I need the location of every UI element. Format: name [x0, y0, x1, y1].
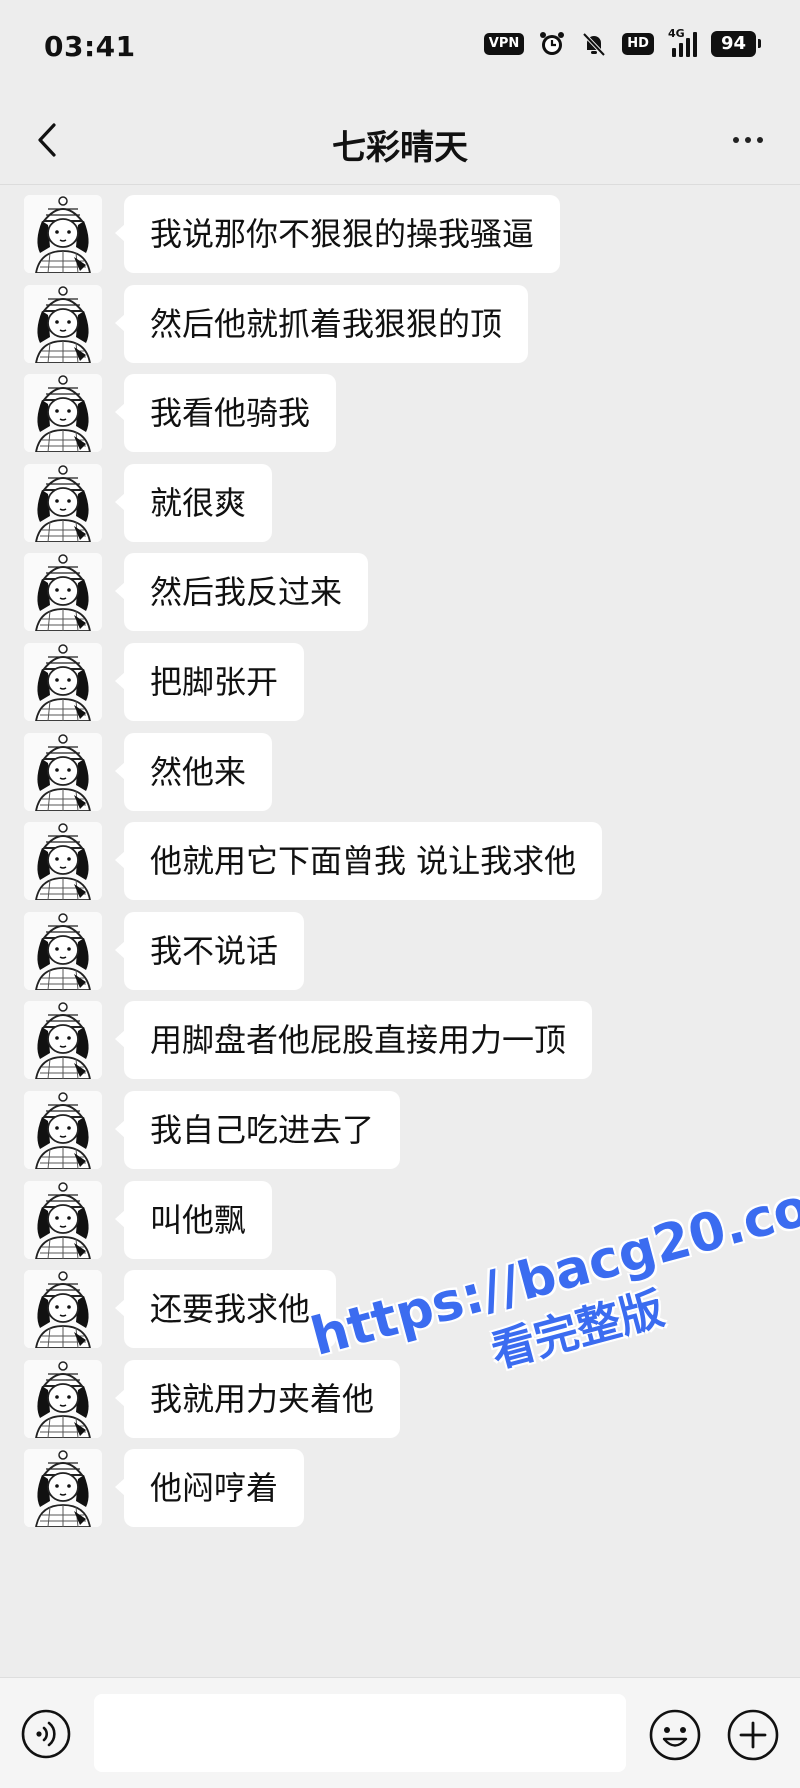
message-bubble[interactable]: 我说那你不狠狠的操我骚逼	[114, 195, 561, 273]
message-row: 用脚盘者他屁股直接用力一顶	[24, 1001, 593, 1080]
message-bubble[interactable]: 就很爽	[114, 463, 273, 542]
message-bubble[interactable]: 他闷哼着	[114, 1449, 305, 1528]
message-row: 我看他骑我	[24, 374, 337, 453]
message-row: 我不说话	[24, 911, 305, 990]
avatar-icon	[24, 1359, 102, 1438]
avatar[interactable]	[24, 374, 102, 453]
more-dots-icon	[733, 137, 739, 143]
avatar-icon	[24, 643, 102, 721]
message-list[interactable]: 我说那你不狠狠的操我骚逼 然后他就抓着我狠狠的顶 我看他骑我就很爽然后我反过来 把脚张…	[0, 185, 800, 1675]
status-icons: VPN HD 4G 94	[483, 27, 762, 58]
avatar[interactable]	[24, 284, 102, 363]
avatar-icon	[24, 1270, 102, 1349]
avatar-icon	[24, 553, 102, 632]
message-bubble[interactable]: 我就用力夹着他	[114, 1359, 401, 1438]
avatar[interactable]	[24, 1359, 102, 1438]
hd-badge: HD	[622, 33, 654, 55]
message-row: 叫他飘	[24, 1180, 273, 1259]
avatar[interactable]	[24, 732, 102, 811]
avatar-icon	[24, 1449, 102, 1528]
chat-header: 七彩晴天	[0, 96, 800, 185]
status-time: 03:41	[44, 30, 136, 63]
message-row: 就很爽	[24, 463, 273, 542]
message-bubble[interactable]: 我不说话	[114, 911, 305, 990]
voice-icon[interactable]	[20, 1708, 72, 1760]
alarm-icon	[540, 32, 565, 55]
message-bubble[interactable]: 然后我反过来	[114, 553, 369, 632]
avatar[interactable]	[24, 553, 102, 632]
message-bubble[interactable]: 然后他就抓着我狠狠的顶	[114, 284, 529, 363]
message-row: 然后我反过来	[24, 553, 369, 632]
avatar-icon	[24, 1091, 102, 1169]
avatar-icon	[24, 284, 102, 363]
message-row: 我自己吃进去了	[24, 1091, 401, 1169]
message-row: 还要我求他	[24, 1270, 337, 1349]
emoji-icon[interactable]	[648, 1708, 702, 1762]
avatar-icon	[24, 822, 102, 901]
avatar-icon	[24, 463, 102, 542]
avatar[interactable]	[24, 195, 102, 273]
avatar[interactable]	[24, 1091, 102, 1169]
battery-indicator: 94	[710, 31, 762, 57]
avatar-icon	[24, 1001, 102, 1080]
message-bubble[interactable]: 他就用它下面曾我 说让我求他	[114, 822, 603, 901]
status-bar: 03:41 VPN HD 4G 94	[0, 0, 800, 96]
avatar[interactable]	[24, 1001, 102, 1080]
message-bubble[interactable]: 还要我求他	[114, 1270, 337, 1349]
avatar-icon	[24, 1180, 102, 1259]
message-bubble[interactable]: 我自己吃进去了	[114, 1091, 401, 1169]
message-row: 然他来	[24, 732, 273, 811]
avatar[interactable]	[24, 463, 102, 542]
message-row: 把脚张开	[24, 643, 305, 721]
mute-bell-icon	[582, 32, 606, 57]
avatar-icon	[24, 732, 102, 811]
avatar[interactable]	[24, 1180, 102, 1259]
message-row: 然后他就抓着我狠狠的顶	[24, 284, 529, 363]
avatar-icon	[24, 374, 102, 453]
message-row: 他闷哼着	[24, 1449, 305, 1528]
avatar[interactable]	[24, 911, 102, 990]
signal-icon: 4G	[668, 27, 697, 57]
message-bubble[interactable]: 然他来	[114, 732, 273, 811]
message-bubble[interactable]: 叫他飘	[114, 1180, 273, 1259]
message-bubble[interactable]: 我看他骑我	[114, 374, 337, 453]
avatar-icon	[24, 911, 102, 990]
network-type: 4G	[667, 27, 685, 40]
chat-title: 七彩晴天	[332, 128, 468, 168]
vpn-badge: VPN	[483, 33, 525, 55]
avatar[interactable]	[24, 643, 102, 721]
message-bubble[interactable]: 把脚张开	[114, 643, 305, 721]
avatar-icon	[24, 195, 102, 273]
message-row: 他就用它下面曾我 说让我求他	[24, 822, 603, 901]
message-row: 我就用力夹着他	[24, 1359, 401, 1438]
input-bar	[0, 1677, 800, 1788]
avatar[interactable]	[24, 822, 102, 901]
more-button[interactable]	[722, 122, 774, 158]
message-row: 我说那你不狠狠的操我骚逼	[24, 195, 561, 273]
avatar[interactable]	[24, 1270, 102, 1349]
plus-icon[interactable]	[726, 1708, 780, 1762]
message-input[interactable]	[94, 1694, 626, 1772]
message-bubble[interactable]: 用脚盘者他屁股直接用力一顶	[114, 1001, 593, 1080]
avatar[interactable]	[24, 1449, 102, 1528]
